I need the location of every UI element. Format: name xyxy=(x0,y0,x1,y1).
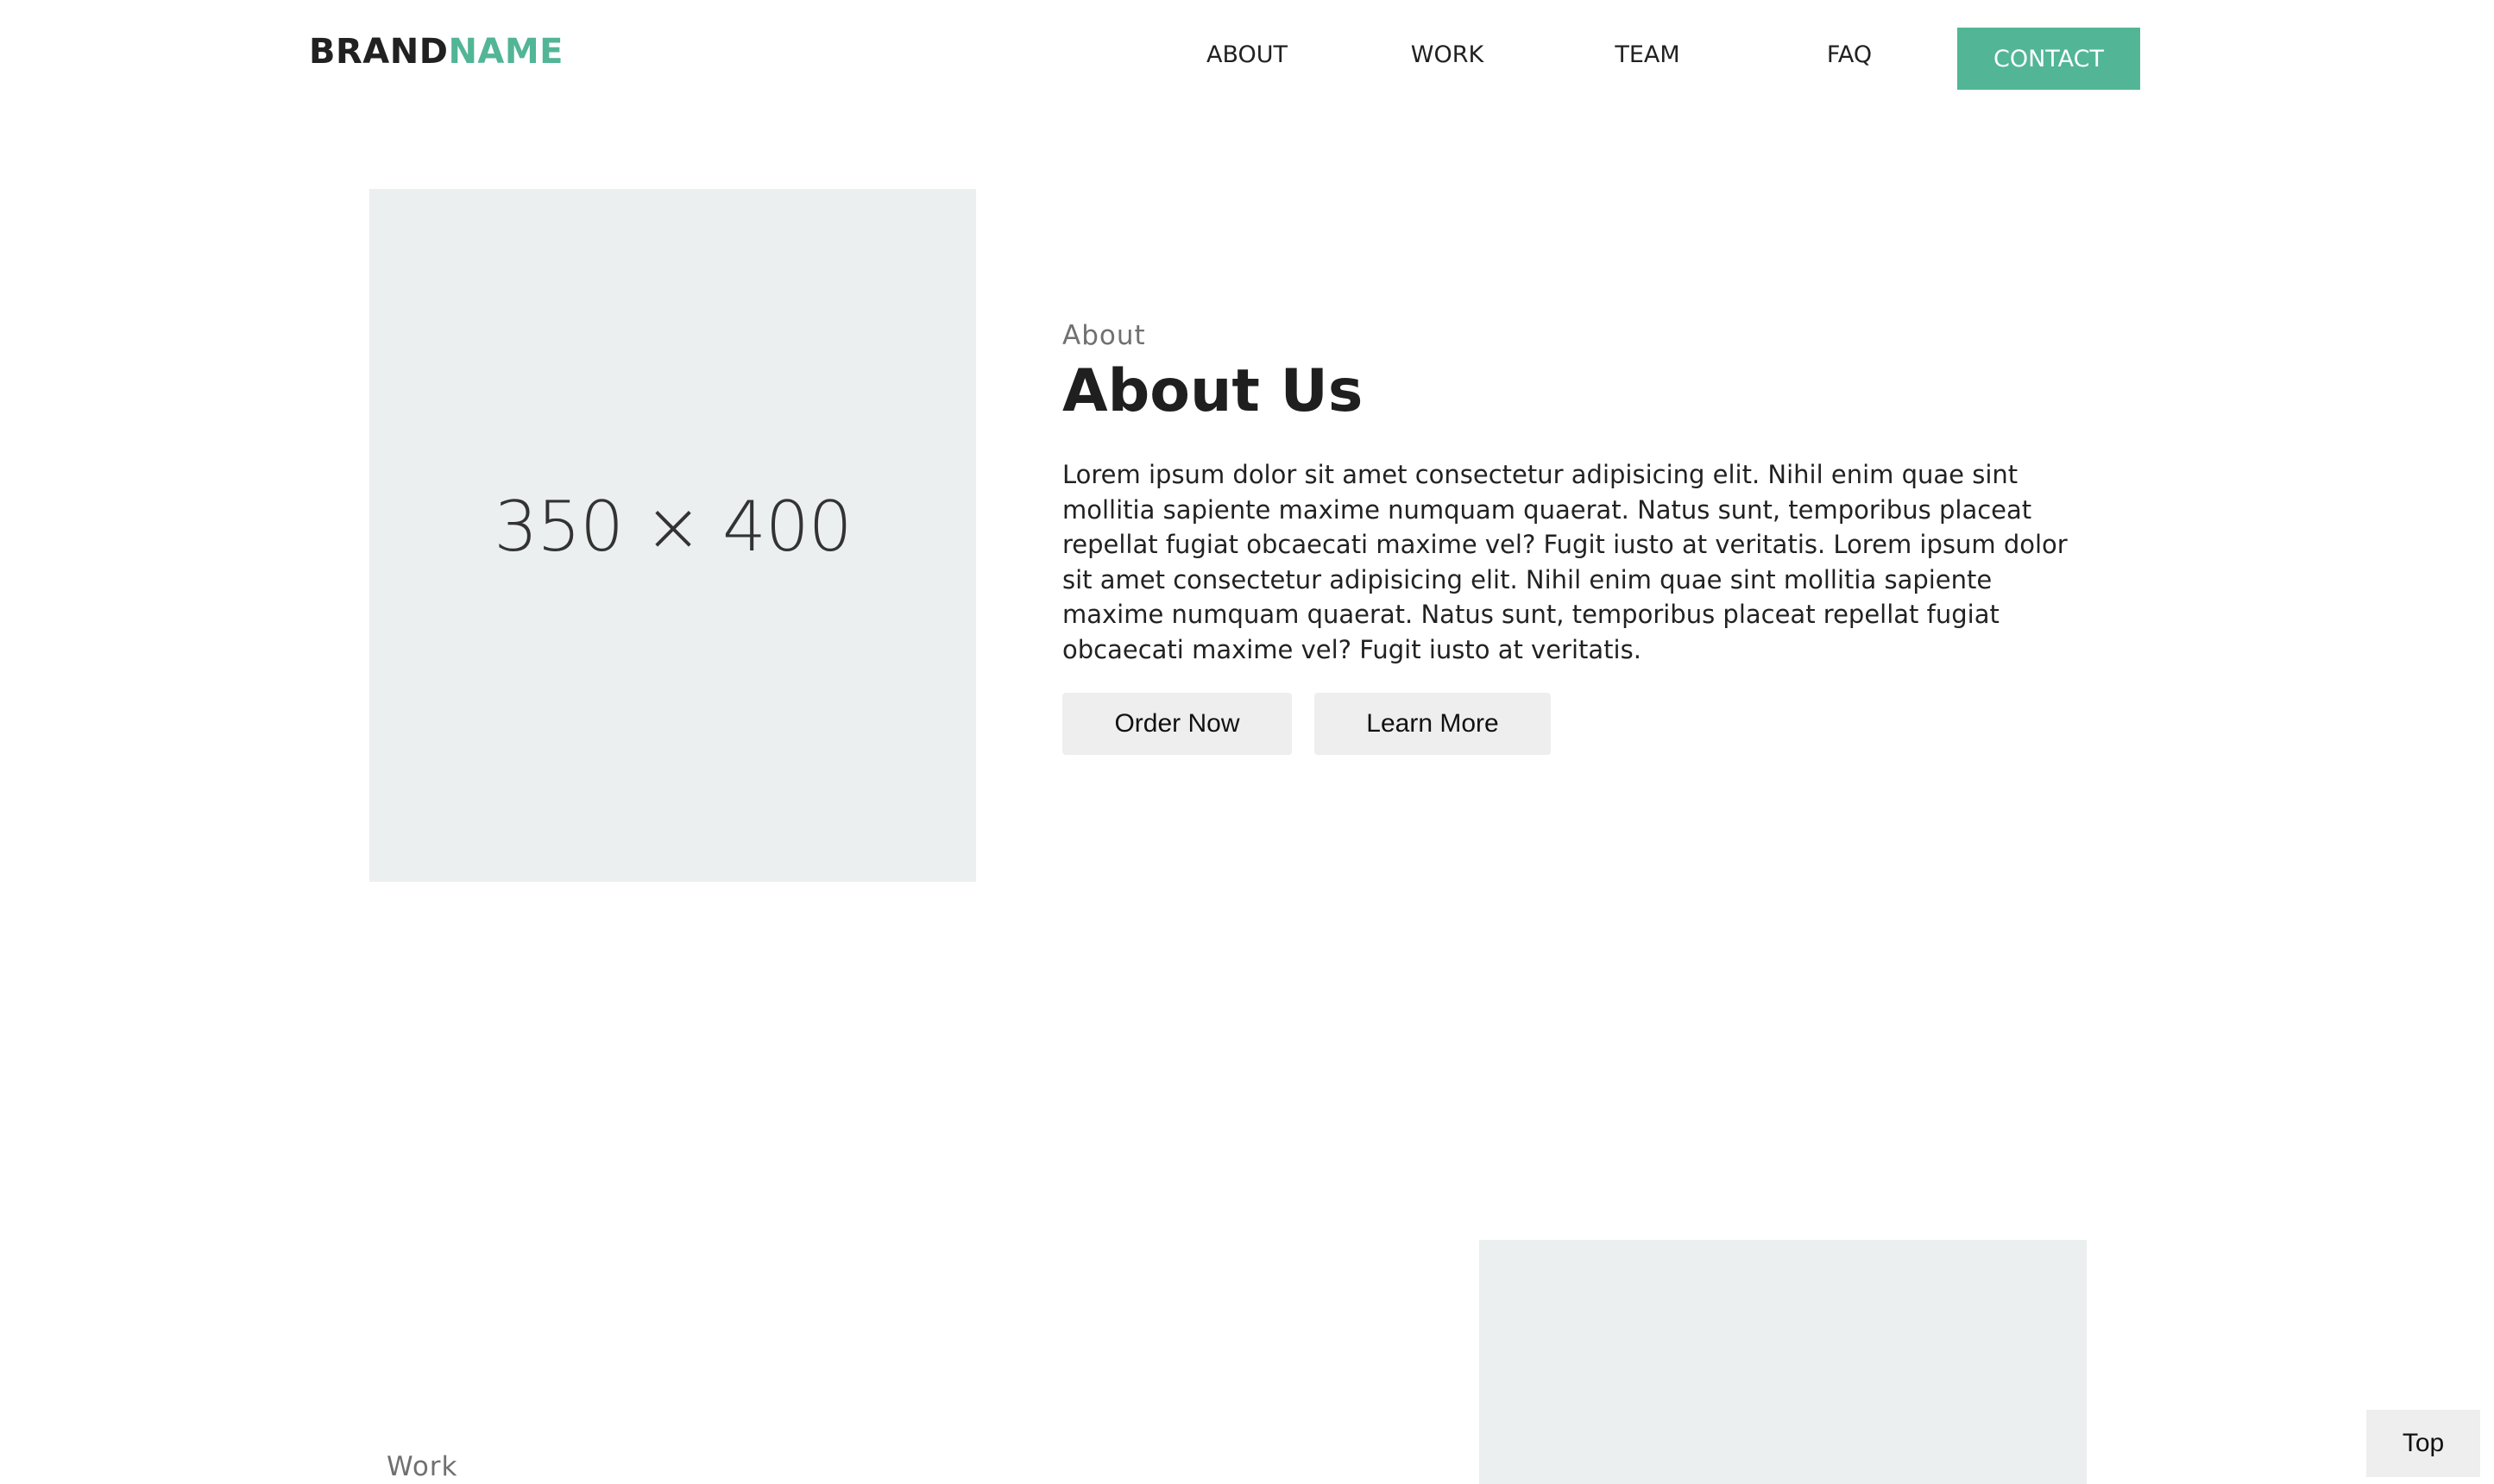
about-image-placeholder: 350 × 400 xyxy=(369,189,976,882)
nav-link-work[interactable]: WORK xyxy=(1386,35,1508,74)
image-placeholder-label: 350 × 400 xyxy=(494,487,852,567)
back-to-top-button[interactable]: Top xyxy=(2366,1410,2480,1477)
work-eyebrow: Work xyxy=(387,1451,458,1482)
learn-more-button[interactable]: Learn More xyxy=(1314,693,1551,755)
nav-link-team[interactable]: TEAM xyxy=(1586,35,1709,74)
about-content: About About Us Lorem ipsum dolor sit ame… xyxy=(1062,316,2081,755)
brand-logo[interactable]: BRAND NAME xyxy=(309,26,564,78)
nav-link-about[interactable]: ABOUT xyxy=(1186,35,1308,74)
about-body-text: Lorem ipsum dolor sit amet consectetur a… xyxy=(1062,460,2068,664)
about-eyebrow: About xyxy=(1062,320,1146,351)
order-now-button[interactable]: Order Now xyxy=(1062,693,1292,755)
nav-link-faq[interactable]: FAQ xyxy=(1788,35,1911,74)
brand-logo-part2: NAME xyxy=(448,32,564,72)
brand-logo-part1: BRAND xyxy=(309,32,449,72)
about-title: About Us xyxy=(1062,357,1364,425)
work-image-placeholder xyxy=(1479,1240,2087,1484)
nav-contact-button[interactable]: CONTACT xyxy=(1957,28,2140,90)
about-button-row: Order Now Learn More xyxy=(1062,693,2081,755)
